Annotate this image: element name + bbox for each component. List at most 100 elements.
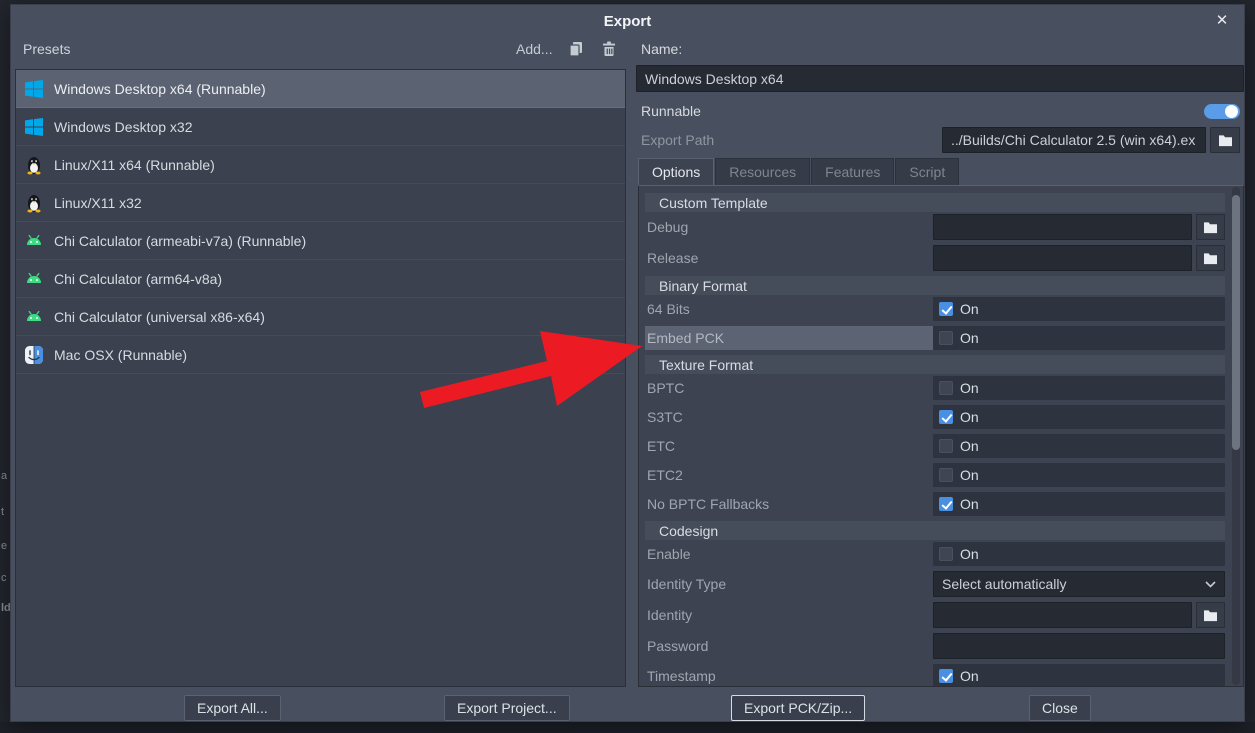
preset-row-windows-x64[interactable]: Windows Desktop x64 (Runnable) — [16, 70, 625, 108]
password-input[interactable] — [933, 633, 1225, 659]
preset-row-windows-x32[interactable]: Windows Desktop x32 — [16, 108, 625, 146]
section-custom-template[interactable]: Custom Template — [645, 193, 1225, 212]
property-label: 64 Bits — [647, 301, 690, 317]
tab-features[interactable]: Features — [811, 158, 895, 185]
property-label: Identity Type — [647, 576, 727, 592]
property-row-identity: Identity — [645, 602, 1225, 628]
property-row-embed-pck: Embed PCK On — [645, 326, 1225, 350]
property-label: ETC — [647, 438, 675, 454]
preset-row-mac-osx[interactable]: Mac OSX (Runnable) — [16, 336, 625, 374]
tab-options[interactable]: Options — [638, 158, 715, 185]
checkbox-bptc[interactable] — [939, 381, 953, 395]
export-project-button[interactable]: Export Project... — [444, 695, 570, 721]
preset-row-linux-x32[interactable]: Linux/X11 x32 — [16, 184, 625, 222]
preset-row-android-arm64[interactable]: Chi Calculator (arm64-v8a) — [16, 260, 625, 298]
tab-resources[interactable]: Resources — [715, 158, 811, 185]
options-panel: Custom Template Debug Release Binary For… — [638, 185, 1244, 687]
options-scrollbar-thumb[interactable] — [1232, 195, 1240, 450]
identity-type-dropdown[interactable]: Select automatically — [933, 571, 1225, 597]
add-preset-button[interactable]: Add... — [516, 41, 553, 57]
preset-list: Windows Desktop x64 (Runnable) Windows D… — [15, 69, 626, 687]
export-path-browse-button[interactable] — [1210, 127, 1240, 153]
property-label: Password — [647, 638, 709, 654]
android-robot-icon — [24, 307, 44, 327]
property-label: Timestamp — [647, 668, 716, 684]
edge-text-fragment: a — [1, 470, 8, 482]
presets-header: Presets — [23, 41, 71, 57]
preset-row-android-armeabi[interactable]: Chi Calculator (armeabi-v7a) (Runnable) — [16, 222, 625, 260]
close-button[interactable]: Close — [1029, 695, 1091, 721]
property-label: Enable — [647, 546, 691, 562]
checkbox-no-bptc-fallbacks[interactable] — [939, 497, 953, 511]
section-binary-format[interactable]: Binary Format — [645, 276, 1225, 295]
export-pck-zip-button[interactable]: Export PCK/Zip... — [731, 695, 866, 721]
close-icon[interactable]: ✕ — [1212, 11, 1232, 31]
folder-icon — [1204, 252, 1217, 264]
folder-icon — [1204, 609, 1217, 621]
preset-row-linux-x64[interactable]: Linux/X11 x64 (Runnable) — [16, 146, 625, 184]
property-label: ETC2 — [647, 467, 683, 483]
toggle-knob — [1225, 105, 1238, 118]
property-row-s3tc: S3TC On — [645, 405, 1225, 429]
windows-logo-icon — [24, 79, 44, 99]
debug-browse-button[interactable] — [1196, 214, 1225, 240]
property-row-bptc: BPTC On — [645, 376, 1225, 400]
folder-icon — [1218, 134, 1232, 146]
duplicate-preset-icon[interactable] — [567, 40, 585, 58]
folder-icon — [1204, 221, 1217, 233]
preset-row-android-universal[interactable]: Chi Calculator (universal x86-x64) — [16, 298, 625, 336]
preset-label: Linux/X11 x64 (Runnable) — [54, 156, 215, 173]
property-row-password: Password — [645, 633, 1225, 659]
identity-input[interactable] — [933, 602, 1192, 628]
linux-tux-icon — [24, 193, 44, 213]
checkbox-embed-pck[interactable] — [939, 331, 953, 345]
export-all-button[interactable]: Export All... — [184, 695, 281, 721]
options-rows: Custom Template Debug Release Binary For… — [639, 186, 1225, 686]
property-label: Embed PCK — [645, 326, 933, 350]
dialog-title: Export — [603, 13, 652, 30]
property-label: Identity — [647, 607, 693, 623]
section-texture-format[interactable]: Texture Format — [645, 355, 1225, 374]
checkbox-etc[interactable] — [939, 439, 953, 453]
checkbox-s3tc[interactable] — [939, 410, 953, 424]
edge-text-fragment: t — [1, 506, 5, 518]
preset-label: Chi Calculator (universal x86-x64) — [54, 308, 265, 325]
checkbox-64-bits[interactable] — [939, 302, 953, 316]
linux-tux-icon — [24, 155, 44, 175]
script-editor-code-line: 137 ▼ func clear_last(): — [0, 722, 1255, 733]
checkbox-etc2[interactable] — [939, 468, 953, 482]
property-row-identity-type: Identity Type Select automatically — [645, 571, 1225, 597]
section-codesign[interactable]: Codesign — [645, 521, 1225, 540]
name-input[interactable]: Windows Desktop x64 — [636, 65, 1244, 92]
checkbox-timestamp[interactable] — [939, 669, 953, 683]
property-label: BPTC — [647, 380, 685, 396]
property-label: Debug — [647, 219, 689, 235]
property-row-debug: Debug — [645, 214, 1225, 240]
property-label: S3TC — [647, 409, 683, 425]
edge-text-fragment: e — [1, 540, 8, 552]
export-path-input[interactable]: ../Builds/Chi Calculator 2.5 (win x64).e… — [942, 127, 1206, 153]
chevron-down-icon — [1205, 580, 1216, 588]
property-row-etc2: ETC2 On — [645, 463, 1225, 487]
export-tabs: Options Resources Features Script — [638, 158, 960, 185]
release-browse-button[interactable] — [1196, 245, 1225, 271]
release-template-input[interactable] — [933, 245, 1192, 271]
preset-label: Chi Calculator (armeabi-v7a) (Runnable) — [54, 232, 307, 249]
android-robot-icon — [24, 269, 44, 289]
checkbox-enable[interactable] — [939, 547, 953, 561]
property-row-etc: ETC On — [645, 434, 1225, 458]
name-label: Name: — [641, 41, 683, 57]
export-dialog: Export ✕ Presets Add... Windows Desktop … — [10, 4, 1245, 722]
mac-finder-icon — [24, 345, 44, 365]
runnable-toggle[interactable] — [1204, 104, 1240, 119]
property-row-no-bptc-fallbacks: No BPTC Fallbacks On — [645, 492, 1225, 516]
property-label: No BPTC Fallbacks — [647, 496, 770, 512]
delete-preset-icon[interactable] — [600, 40, 618, 58]
preset-label: Mac OSX (Runnable) — [54, 346, 188, 363]
edge-text-fragment: c — [1, 572, 7, 584]
tab-script[interactable]: Script — [895, 158, 960, 185]
identity-browse-button[interactable] — [1196, 602, 1225, 628]
debug-template-input[interactable] — [933, 214, 1192, 240]
android-robot-icon — [24, 231, 44, 251]
property-label: Release — [647, 250, 699, 266]
